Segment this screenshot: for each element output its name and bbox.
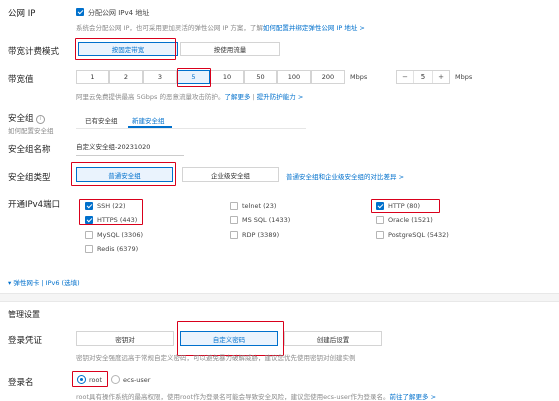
- login-label: 登录凭证: [8, 336, 43, 346]
- port-mysql-checkbox[interactable]: [85, 231, 93, 239]
- stepper-minus-button[interactable]: −: [397, 71, 414, 83]
- bandwidth-protection-link[interactable]: 提升防护能力 >: [257, 93, 304, 101]
- security-group-label: 安全组 i: [8, 112, 46, 124]
- elastic-nic-toggle[interactable]: ▾ 弹性网卡 | IPv6 (选填): [8, 277, 80, 287]
- billing-traffic-button[interactable]: 按使用流量: [180, 42, 280, 56]
- port-http-checkbox[interactable]: [376, 202, 384, 210]
- sg-name-label: 安全组名称: [8, 145, 51, 155]
- bandwidth-learn-more-link[interactable]: 了解更多: [224, 93, 250, 101]
- bandwidth-option-1[interactable]: 1: [76, 70, 109, 84]
- port-rdp-checkbox[interactable]: [230, 231, 238, 239]
- port-redis-label[interactable]: Redis (6379): [97, 245, 138, 253]
- public-ip-desc: 系统会分配公网 IP，也可采用更加灵活的弹性公网 IP 方案，了解如何配置并绑定…: [76, 22, 365, 32]
- ports-label: 开通IPv4端口: [8, 200, 61, 210]
- billing-fixed-button[interactable]: 按固定带宽: [78, 42, 178, 56]
- sg-type-label: 安全组类型: [8, 173, 51, 183]
- stepper-unit: Mbps: [455, 73, 473, 81]
- bandwidth-option-50[interactable]: 50: [244, 70, 277, 84]
- public-ip-link[interactable]: 如何配置并绑定弹性公网 IP 地址 >: [263, 24, 365, 32]
- chevron-down-icon: ▾: [8, 279, 12, 287]
- port-mysql-label[interactable]: MySQL (3306): [97, 231, 143, 239]
- port-telnet-checkbox[interactable]: [230, 202, 238, 210]
- port-ssh-checkbox[interactable]: [85, 202, 93, 210]
- bandwidth-option-10[interactable]: 10: [210, 70, 244, 84]
- bandwidth-option-100[interactable]: 100: [277, 70, 311, 84]
- bandwidth-option-2[interactable]: 2: [109, 70, 143, 84]
- bandwidth-desc-text: 阿里云免费提供最高 5Gbps 的恶意流量攻击防护。: [76, 93, 225, 101]
- tab-existing-sg[interactable]: 已有安全组: [85, 115, 118, 125]
- login-name-label: 登录名: [8, 378, 34, 388]
- port-mssql-checkbox[interactable]: [230, 216, 238, 224]
- port-postgresql-label[interactable]: PostgreSQL (5432): [388, 231, 449, 239]
- sg-name-input[interactable]: 自定义安全组-20231020: [76, 141, 184, 156]
- login-keypair-button[interactable]: 密钥对: [76, 331, 174, 346]
- port-mssql-label[interactable]: MS SQL (1433): [242, 216, 290, 224]
- login-name-root-label[interactable]: root: [89, 376, 102, 384]
- login-set-later-button[interactable]: 创建后设置: [284, 331, 382, 346]
- sg-compare-link[interactable]: 普通安全组和企业级安全组的对比差异 >: [286, 171, 404, 181]
- port-ssh-label[interactable]: SSH (22): [97, 202, 126, 210]
- port-rdp-label[interactable]: RDP (3389): [242, 231, 279, 239]
- port-https-label[interactable]: HTTPS (443): [97, 216, 137, 224]
- login-name-ecs-user-label[interactable]: ecs-user: [123, 376, 150, 384]
- tab-divider: [76, 128, 306, 129]
- sg-type-normal-button[interactable]: 普通安全组: [76, 167, 173, 182]
- bandwidth-option-3[interactable]: 3: [143, 70, 177, 84]
- login-name-root-radio[interactable]: [77, 375, 86, 384]
- security-group-sublabel[interactable]: 如何配置安全组: [8, 125, 54, 135]
- port-telnet-label[interactable]: telnet (23): [242, 202, 276, 210]
- bandwidth-label: 带宽值: [8, 75, 34, 85]
- sg-type-enterprise-button[interactable]: 企业级安全组: [182, 167, 279, 182]
- info-icon: i: [36, 115, 46, 124]
- public-ip-checkbox-label[interactable]: 分配公网 IPv4 地址: [88, 8, 149, 18]
- port-oracle-checkbox[interactable]: [376, 216, 384, 224]
- billing-label: 带宽计费模式: [8, 47, 60, 57]
- login-custom-password-button[interactable]: 自定义密码: [180, 331, 278, 346]
- management-title: 管理设置: [8, 310, 40, 319]
- elastic-nic-text: 弹性网卡 | IPv6 (选填): [13, 279, 80, 287]
- public-ip-checkbox[interactable]: [76, 8, 84, 16]
- bandwidth-unit: Mbps: [350, 73, 368, 81]
- login-name-ecs-user-radio[interactable]: [111, 375, 120, 384]
- bandwidth-option-200[interactable]: 200: [311, 70, 345, 84]
- bandwidth-stepper: − 5 +: [396, 70, 450, 84]
- bandwidth-desc: 阿里云免费提供最高 5Gbps 的恶意流量攻击防护。了解更多 | 提升防护能力 …: [76, 91, 303, 101]
- port-oracle-label[interactable]: Oracle (1521): [388, 216, 433, 224]
- login-desc: 密钥对安全强度远高于常规自定义密码，可以避免暴力破解威胁，建议您优先使用密钥对创…: [76, 354, 356, 362]
- public-ip-desc-text: 系统会分配公网 IP，也可采用更加灵活的弹性公网 IP 方案，了解: [76, 24, 263, 32]
- security-group-label-text: 安全组: [8, 114, 34, 124]
- stepper-value[interactable]: 5: [414, 71, 432, 83]
- port-http-label[interactable]: HTTP (80): [388, 202, 420, 210]
- stepper-plus-button[interactable]: +: [432, 71, 449, 83]
- public-ip-label: 公网 IP: [8, 9, 36, 19]
- port-postgresql-checkbox[interactable]: [376, 231, 384, 239]
- tab-new-sg[interactable]: 新建安全组: [132, 115, 165, 125]
- port-redis-checkbox[interactable]: [85, 245, 93, 253]
- section-separator: [0, 293, 559, 302]
- bandwidth-option-5[interactable]: 5: [177, 70, 210, 84]
- port-https-checkbox[interactable]: [85, 216, 93, 224]
